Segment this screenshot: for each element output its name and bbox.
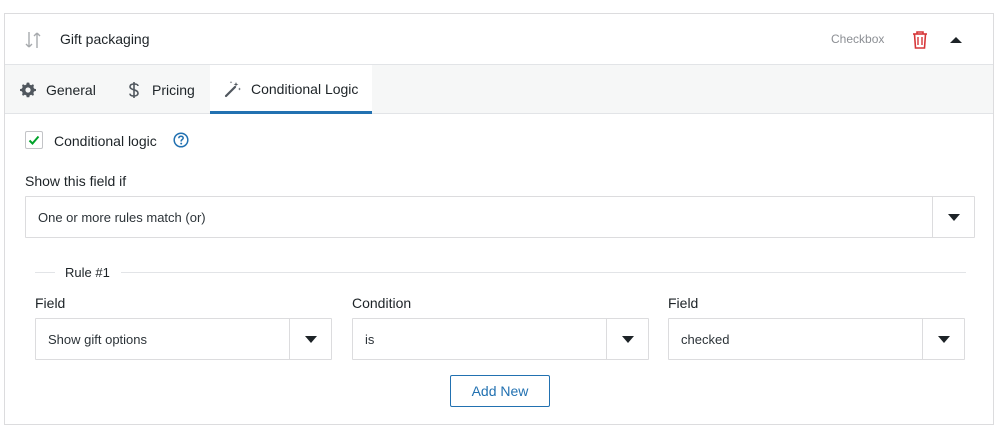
- field-type-label: Checkbox: [831, 32, 885, 46]
- tab-conditional-logic-label: Conditional Logic: [251, 81, 359, 97]
- chevron-down-icon[interactable]: [606, 319, 648, 359]
- tab-conditional-logic[interactable]: Conditional Logic: [210, 65, 373, 114]
- field-header[interactable]: Gift packaging Checkbox: [5, 14, 993, 65]
- tab-pricing[interactable]: Pricing: [125, 65, 195, 114]
- rule-condition-select[interactable]: is: [352, 318, 649, 360]
- rule-match-value: One or more rules match (or): [38, 210, 206, 225]
- rule-match-select[interactable]: One or more rules match (or): [25, 196, 975, 238]
- rule-value-select[interactable]: checked: [668, 318, 965, 360]
- chevron-down-icon[interactable]: [922, 319, 964, 359]
- field-title: Gift packaging: [60, 31, 150, 47]
- rule-value-label: Field: [668, 295, 699, 311]
- field-panel: Gift packaging Checkbox General Pricing …: [4, 13, 994, 425]
- rule-field-label: Field: [35, 295, 66, 311]
- magic-wand-icon: [224, 80, 242, 98]
- chevron-down-icon[interactable]: [289, 319, 331, 359]
- divider: [121, 272, 966, 273]
- help-question-icon[interactable]: [173, 132, 189, 148]
- rule-value-value: checked: [681, 332, 730, 347]
- conditional-logic-checkbox[interactable]: [25, 131, 43, 149]
- gear-icon: [19, 81, 37, 99]
- collapse-arrow-icon[interactable]: [947, 31, 965, 49]
- rule-condition-label: Condition: [352, 295, 412, 311]
- conditional-logic-label: Conditional logic: [54, 133, 157, 149]
- sort-handle-icon[interactable]: [23, 30, 43, 50]
- tab-general-label: General: [46, 81, 96, 98]
- check-icon: [28, 135, 40, 145]
- add-new-rule-button[interactable]: Add New: [450, 375, 550, 407]
- chevron-down-icon[interactable]: [932, 197, 974, 237]
- rule-condition-value: is: [365, 332, 375, 347]
- trash-icon[interactable]: [910, 29, 930, 51]
- rule-field-value: Show gift options: [48, 332, 148, 347]
- tab-bar: General Pricing Conditional Logic: [5, 65, 993, 114]
- rule-title: Rule #1: [65, 265, 110, 280]
- rule-field-select[interactable]: Show gift options: [35, 318, 332, 360]
- dollar-icon: [125, 81, 143, 99]
- tab-general[interactable]: General: [19, 65, 96, 114]
- show-field-if-label: Show this field if: [25, 173, 127, 189]
- divider: [35, 272, 55, 273]
- tab-pricing-label: Pricing: [152, 81, 195, 98]
